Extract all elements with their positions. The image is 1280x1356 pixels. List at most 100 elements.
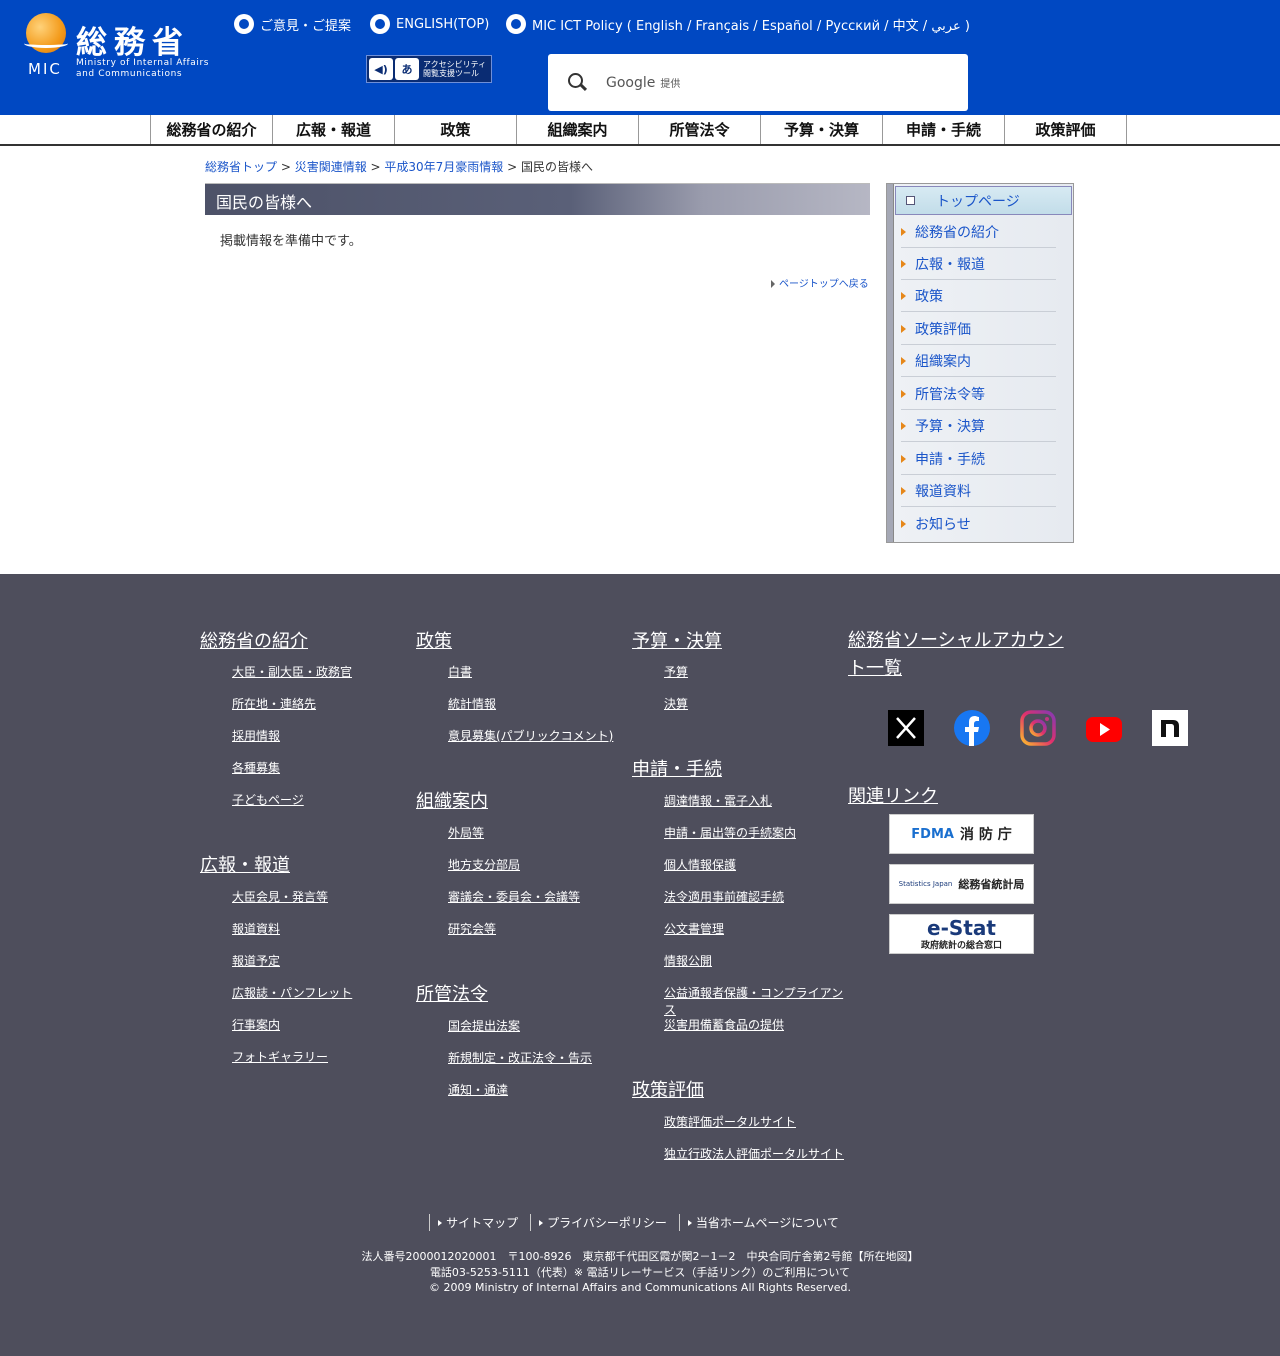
estat-banner[interactable]: e-Stat 政府統計の総合窓口 — [889, 914, 1034, 954]
side-nav-item[interactable]: 政策評価 — [901, 313, 1056, 345]
ict-policy-link[interactable]: MIC ICT Policy ( English / Français / Es… — [506, 14, 970, 34]
footer-heading-press[interactable]: 広報・報道 — [200, 851, 290, 877]
footer-heading-applications[interactable]: 申請・手続 — [632, 755, 722, 781]
gnav-organization[interactable]: 組織案内 — [517, 115, 639, 144]
footer-heading-budget[interactable]: 予算・決算 — [632, 627, 722, 653]
relay-service-link[interactable]: ※ 電話リレーサービス（手話リンク）のご利用について — [574, 1266, 850, 1279]
footer-link[interactable]: フォトギャラリー — [232, 1048, 328, 1065]
footer-link[interactable]: 決算 — [664, 695, 688, 712]
footer-heading-social-line1: 総務省ソーシャルアカウン — [848, 630, 1064, 651]
footer-link[interactable]: 大臣会見・発言等 — [232, 888, 328, 905]
footer-link[interactable]: 各種募集 — [232, 759, 280, 776]
footer-link[interactable]: 政策評価ポータルサイト — [664, 1113, 796, 1130]
footer-heading-about[interactable]: 総務省の紹介 — [200, 627, 308, 653]
footer-link[interactable]: 地方支分部局 — [448, 856, 520, 873]
footer-link[interactable]: 国会提出法案 — [448, 1017, 520, 1034]
footer-link[interactable]: 報道予定 — [232, 952, 280, 969]
gnav-about[interactable]: 総務省の紹介 — [151, 115, 273, 144]
footer-link[interactable]: 所在地・連絡先 — [232, 695, 316, 712]
phone-text: 電話03-5253-5111（代表） — [429, 1266, 574, 1279]
gnav-budget[interactable]: 予算・決算 — [761, 115, 883, 144]
breadcrumb-home[interactable]: 総務省トップ — [205, 160, 277, 174]
footer-link[interactable]: 予算 — [664, 663, 688, 680]
site-header: 総務省 MIC Ministry of Internal Affairs and… — [0, 0, 1280, 115]
square-bullet-icon — [906, 196, 915, 205]
breadcrumb-disaster[interactable]: 災害関連情報 — [295, 160, 367, 174]
side-nav-item[interactable]: 報道資料 — [901, 475, 1056, 507]
fdma-banner[interactable]: FDMA 消 防 庁 — [889, 814, 1034, 854]
footer-link[interactable]: 報道資料 — [232, 920, 280, 937]
x-icon[interactable] — [888, 710, 924, 746]
footer-heading-policy[interactable]: 政策 — [416, 627, 452, 653]
mic-logo[interactable]: 総務省 MIC Ministry of Internal Affairs and… — [24, 13, 216, 83]
stat-bureau-banner-en: Statistics Japan — [898, 880, 953, 888]
footer-link[interactable]: 外局等 — [448, 824, 484, 841]
footer-link[interactable]: 申請・届出等の手続案内 — [664, 824, 796, 841]
footer-link[interactable]: 広報誌・パンフレット — [232, 984, 352, 1001]
search-icon[interactable] — [568, 72, 588, 93]
footer-link[interactable]: 公文書管理 — [664, 920, 724, 937]
footer-link[interactable]: 情報公開 — [664, 952, 712, 969]
footer-link[interactable]: 独立行政法人評価ポータルサイト — [664, 1145, 844, 1162]
sitemap-link[interactable]: サイトマップ — [429, 1214, 530, 1231]
footer-link[interactable]: 公益通報者保護・コンプライアンス — [664, 984, 846, 1018]
gnav-press[interactable]: 広報・報道 — [273, 115, 395, 144]
side-nav: トップページ 総務省の紹介 広報・報道 政策 政策評価 組織案内 所管法令等 予… — [886, 183, 1074, 543]
footer-link[interactable]: 行事案内 — [232, 1016, 280, 1033]
footer-link[interactable]: 統計情報 — [448, 695, 496, 712]
about-site-link[interactable]: 当省ホームページについて — [678, 1214, 851, 1231]
footer-link[interactable]: 意見募集(パブリックコメント) — [448, 727, 613, 744]
gnav-laws[interactable]: 所管法令 — [639, 115, 761, 144]
youtube-icon[interactable] — [1086, 710, 1122, 746]
footer-heading-organization[interactable]: 組織案内 — [416, 787, 488, 813]
map-link[interactable]: 所在地図 — [863, 1250, 907, 1263]
gnav-evaluation[interactable]: 政策評価 — [1005, 115, 1127, 144]
footer-link[interactable]: 子どもページ — [232, 791, 304, 808]
footer-link[interactable]: 研究会等 — [448, 920, 496, 937]
stat-bureau-banner[interactable]: Statistics Japan 総務省統計局 — [889, 864, 1034, 904]
facebook-icon[interactable] — [954, 710, 990, 746]
accessibility-tool-label: アクセシビリティ 閲覧支援ツール — [423, 60, 486, 78]
footer-heading-evaluation[interactable]: 政策評価 — [632, 1076, 704, 1102]
privacy-policy-link[interactable]: プライバシーポリシー — [530, 1214, 679, 1231]
accessibility-tool-line2: 閲覧支援ツール — [423, 69, 479, 78]
address-end: 】 — [907, 1250, 919, 1263]
footer-heading-related[interactable]: 関連リンク — [848, 782, 938, 808]
side-nav-item[interactable]: 組織案内 — [901, 345, 1056, 377]
footer-link[interactable]: 調達情報・電子入札 — [664, 792, 772, 809]
english-top-link[interactable]: ENGLISH(TOP) — [370, 14, 489, 34]
accessibility-tool-line1: アクセシビリティ — [423, 60, 487, 69]
search-input[interactable]: Google 提供 — [548, 54, 968, 111]
footer-link[interactable]: 新規制定・改正法令・告示 — [448, 1049, 592, 1066]
footer-link[interactable]: 通知・通達 — [448, 1081, 508, 1098]
stat-bureau-banner-text: 総務省統計局 — [958, 878, 1025, 891]
footer-link[interactable]: 大臣・副大臣・政務官 — [232, 663, 352, 680]
radio-bullet-icon — [370, 14, 390, 34]
footer-heading-social[interactable]: 総務省ソーシャルアカウン ト一覧 — [848, 627, 1064, 683]
side-nav-item[interactable]: 申請・手続 — [901, 443, 1056, 475]
accessibility-tool-button[interactable]: ◀) あ アクセシビリティ 閲覧支援ツール — [366, 55, 492, 83]
footer-link[interactable]: 審議会・委員会・会議等 — [448, 888, 580, 905]
footer-link[interactable]: 個人情報保護 — [664, 856, 736, 873]
footer-address: 法人番号2000012020001 〒100-8926 東京都千代田区霞が関2－… — [0, 1248, 1280, 1264]
footer-link[interactable]: 白書 — [448, 663, 472, 680]
side-nav-item[interactable]: 予算・決算 — [901, 410, 1056, 442]
gnav-applications[interactable]: 申請・手続 — [883, 115, 1005, 144]
footer-link[interactable]: 災害用備蓄食品の提供 — [664, 1016, 784, 1033]
footer-heading-laws[interactable]: 所管法令 — [416, 980, 488, 1006]
opinion-link[interactable]: ご意見・ご提案 — [234, 14, 351, 34]
side-nav-top-link[interactable]: トップページ — [936, 191, 1020, 211]
side-nav-item[interactable]: 所管法令等 — [901, 378, 1056, 410]
note-icon[interactable] — [1152, 710, 1188, 746]
instagram-icon[interactable] — [1020, 710, 1056, 746]
footer-link[interactable]: 法令適用事前確認手続 — [664, 888, 784, 905]
search-brand: Google — [606, 74, 656, 91]
side-nav-item[interactable]: 政策 — [901, 280, 1056, 312]
page-top-link[interactable]: ページトップへ戻る — [771, 275, 869, 290]
breadcrumb-heavy-rain[interactable]: 平成30年7月豪雨情報 — [384, 160, 503, 174]
side-nav-item[interactable]: お知らせ — [901, 508, 1056, 540]
side-nav-item[interactable]: 広報・報道 — [901, 248, 1056, 280]
gnav-policy[interactable]: 政策 — [395, 115, 517, 144]
side-nav-item[interactable]: 総務省の紹介 — [901, 216, 1056, 248]
footer-link[interactable]: 採用情報 — [232, 727, 280, 744]
